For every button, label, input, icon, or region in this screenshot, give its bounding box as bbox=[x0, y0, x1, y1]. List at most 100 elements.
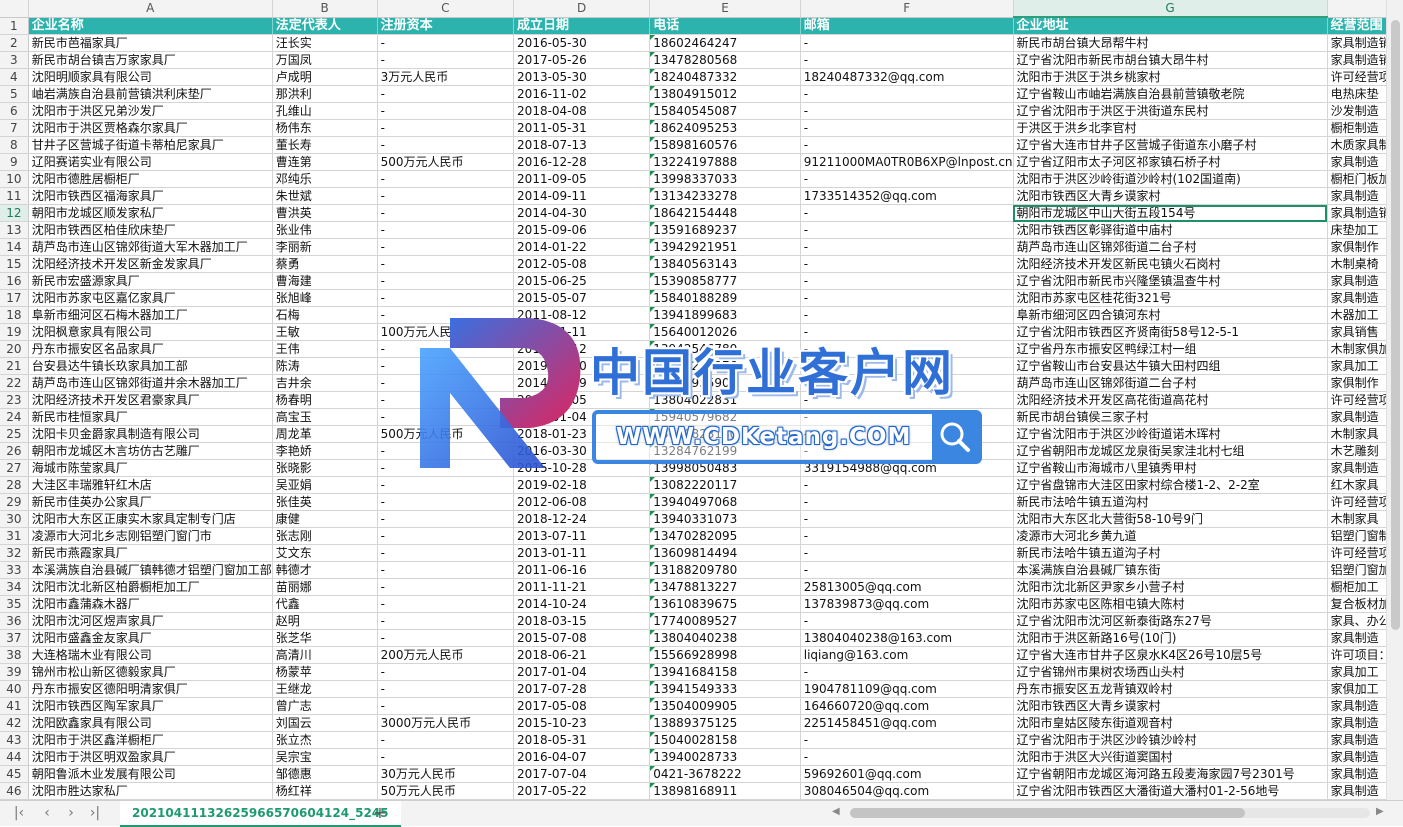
table-cell[interactable]: - bbox=[800, 663, 1014, 681]
table-cell[interactable]: 沈阳市铁西区陶军家具厂 bbox=[28, 697, 273, 715]
table-cell[interactable]: 新民市胡台镇大昂帮牛村 bbox=[1013, 34, 1328, 52]
table-cell[interactable]: 13898168911 bbox=[649, 782, 801, 800]
table-cell[interactable]: 2013-05-30 bbox=[513, 68, 651, 86]
row-number[interactable]: 6 bbox=[0, 102, 29, 120]
table-cell[interactable]: 沈阳经济技术开发区高花街道高花村 bbox=[1013, 391, 1328, 409]
table-cell[interactable]: 沈阳市沈北新区柏爵橱柜加工厂 bbox=[28, 578, 273, 596]
table-cell[interactable]: - bbox=[800, 527, 1014, 545]
table-cell[interactable]: 2018-05-31 bbox=[513, 731, 651, 749]
table-cell[interactable]: 13942546780 bbox=[649, 340, 801, 358]
table-cell[interactable]: 艾文东 bbox=[272, 544, 378, 562]
row-number[interactable]: 13 bbox=[0, 221, 29, 239]
table-cell[interactable]: 15840188289 bbox=[649, 289, 801, 307]
table-cell[interactable]: - bbox=[377, 561, 515, 579]
table-cell[interactable]: 辽宁省鞍山市海城市八里镇秀甲村 bbox=[1013, 459, 1328, 477]
table-cell[interactable]: 沈阳市铁西区大青乡谟家村 bbox=[1013, 697, 1328, 715]
table-cell[interactable]: 周龙革 bbox=[272, 425, 378, 443]
row-number[interactable]: 3 bbox=[0, 51, 29, 69]
table-cell[interactable]: 辽宁省沈阳市于洪区沙岭街道诺木珲村 bbox=[1013, 425, 1328, 443]
table-cell[interactable]: - bbox=[377, 697, 515, 715]
table-cell[interactable]: 25813005@qq.com bbox=[800, 578, 1014, 596]
table-cell[interactable]: 13941281976 bbox=[649, 357, 801, 375]
table-cell[interactable]: 13188209780 bbox=[649, 561, 801, 579]
table-cell[interactable]: 沈阳市胜达家私厂 bbox=[28, 782, 273, 800]
table-cell[interactable]: 沈阳市于洪区于洪乡桃家村 bbox=[1013, 68, 1328, 86]
table-cell[interactable]: 辽宁省沈阳市新民市兴隆堡镇温查牛村 bbox=[1013, 272, 1328, 290]
table-cell[interactable]: - bbox=[377, 374, 515, 392]
table-cell[interactable]: 台安县达牛镇长玖家具加工部 bbox=[28, 357, 273, 375]
table-cell[interactable]: 13940028733 bbox=[649, 748, 801, 766]
table-cell[interactable]: 葫芦岛市连山区锦郊街道二台子村 bbox=[1013, 374, 1328, 392]
table-cell[interactable]: 李艳娇 bbox=[272, 442, 378, 460]
table-cell[interactable]: 于洪区于洪乡北李官村 bbox=[1013, 119, 1328, 137]
table-cell[interactable]: 沈阳市铁西区柏佳欣床垫厂 bbox=[28, 221, 273, 239]
table-cell[interactable]: 锦州市松山新区德毅家具厂 bbox=[28, 663, 273, 681]
table-cell[interactable]: - bbox=[377, 85, 515, 103]
table-cell[interactable]: 杨红祥 bbox=[272, 782, 378, 800]
table-cell[interactable]: 辽宁省鞍山市岫岩满族自治县前营镇敬老院 bbox=[1013, 85, 1328, 103]
table-cell[interactable]: - bbox=[800, 561, 1014, 579]
table-cell[interactable]: 2015-09-06 bbox=[513, 221, 651, 239]
table-cell[interactable]: 2014-09-11 bbox=[513, 187, 651, 205]
table-cell[interactable]: 新民市胡台镇吉万家家具厂 bbox=[28, 51, 273, 69]
table-cell[interactable]: 辽宁省辽阳市太子河区祁家镇石桥子村 bbox=[1013, 153, 1328, 171]
table-cell[interactable]: - bbox=[800, 306, 1014, 324]
table-cell[interactable]: 2018-04-08 bbox=[513, 102, 651, 120]
table-cell[interactable]: - bbox=[377, 748, 515, 766]
table-cell[interactable]: - bbox=[800, 170, 1014, 188]
table-cell[interactable]: 杨春明 bbox=[272, 391, 378, 409]
table-cell[interactable]: - bbox=[377, 544, 515, 562]
table-cell[interactable]: 沈阳市于洪区鑫洋橱柜厂 bbox=[28, 731, 273, 749]
table-cell[interactable]: 13284762199 bbox=[649, 442, 801, 460]
column-header[interactable]: B bbox=[272, 0, 378, 18]
row-number[interactable]: 30 bbox=[0, 510, 29, 528]
table-cell[interactable]: - bbox=[377, 187, 515, 205]
table-cell[interactable]: 沈阳市铁西区彰驿街道中庙村 bbox=[1013, 221, 1328, 239]
table-cell[interactable]: 3319154988@qq.com bbox=[800, 459, 1014, 477]
table-cell[interactable]: - bbox=[800, 748, 1014, 766]
vertical-scroll-thumb[interactable] bbox=[1391, 20, 1400, 630]
row-number[interactable]: 26 bbox=[0, 442, 29, 460]
table-cell[interactable]: 2017-05-26 bbox=[513, 51, 651, 69]
first-sheet-icon[interactable]: |‹ bbox=[10, 805, 28, 821]
table-cell[interactable]: - bbox=[377, 510, 515, 528]
table-cell[interactable]: 2015-05-07 bbox=[513, 289, 651, 307]
table-cell[interactable]: - bbox=[377, 306, 515, 324]
table-cell[interactable]: 张佳英 bbox=[272, 493, 378, 511]
table-cell[interactable]: 137839873@qq.com bbox=[800, 595, 1014, 613]
row-number[interactable]: 19 bbox=[0, 323, 29, 341]
table-cell[interactable]: - bbox=[800, 408, 1014, 426]
table-cell[interactable]: - bbox=[377, 595, 515, 613]
table-cell[interactable]: 2016-11-11 bbox=[513, 323, 651, 341]
table-cell[interactable]: 甘井子区营城子街道卡蒂柏尼家具厂 bbox=[28, 136, 273, 154]
column-header[interactable]: F bbox=[800, 0, 1014, 18]
table-cell[interactable]: 2016-12-28 bbox=[513, 153, 651, 171]
table-cell[interactable]: 2019-03-20 bbox=[513, 357, 651, 375]
table-cell[interactable]: 董长寿 bbox=[272, 136, 378, 154]
table-cell[interactable]: 朝阳鲁派木业发展有限公司 bbox=[28, 765, 273, 783]
table-cell[interactable]: 13804040238 bbox=[649, 629, 801, 647]
table-cell[interactable]: 大洼区丰瑞雅轩红木店 bbox=[28, 476, 273, 494]
table-cell[interactable]: 葫芦岛市连山区锦郊街道大军木器加工厂 bbox=[28, 238, 273, 256]
table-cell[interactable]: 本溪满族自治县碱厂镇韩德才铝塑门窗加工部 bbox=[28, 561, 273, 579]
table-cell[interactable]: 高清川 bbox=[272, 646, 378, 664]
table-cell[interactable]: 阜新市细河区石梅木器加工厂 bbox=[28, 306, 273, 324]
table-cell[interactable]: 2014-04-30 bbox=[513, 204, 651, 222]
table-cell[interactable]: 2014-10-24 bbox=[513, 595, 651, 613]
table-cell[interactable]: 2018-12-24 bbox=[513, 510, 651, 528]
table-cell[interactable]: 2017-05-08 bbox=[513, 697, 651, 715]
table-cell[interactable]: 2011-06-16 bbox=[513, 561, 651, 579]
table-cell[interactable]: 沈阳市德胜居橱柜厂 bbox=[28, 170, 273, 188]
table-cell[interactable]: 吉井余 bbox=[272, 374, 378, 392]
table-cell[interactable]: 那洪利 bbox=[272, 85, 378, 103]
table-cell[interactable]: - bbox=[800, 221, 1014, 239]
table-cell[interactable]: 18642154448 bbox=[649, 204, 801, 222]
table-cell[interactable]: 3000万元人民币 bbox=[377, 714, 515, 732]
column-header[interactable]: E bbox=[649, 0, 801, 18]
table-cell[interactable]: 朝阳市龙城区中山大街五段154号 bbox=[1013, 204, 1328, 222]
table-cell[interactable]: 沈阳明顺家具有限公司 bbox=[28, 68, 273, 86]
table-cell[interactable]: 辽宁省大连市甘井子区营城子街道东小磨子村 bbox=[1013, 136, 1328, 154]
table-cell[interactable]: 海城市陈莹家具厂 bbox=[28, 459, 273, 477]
table-cell[interactable]: 13609823180 bbox=[649, 425, 801, 443]
column-title-cell[interactable]: 企业名称 bbox=[28, 17, 273, 35]
